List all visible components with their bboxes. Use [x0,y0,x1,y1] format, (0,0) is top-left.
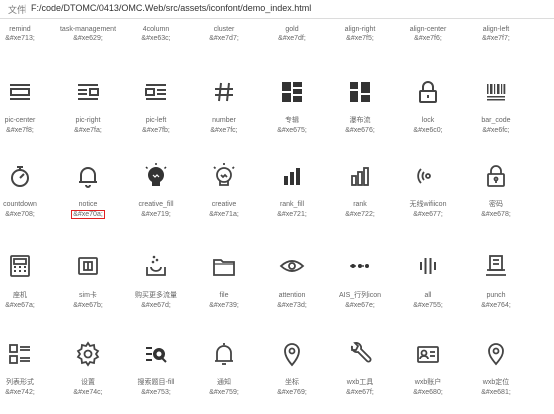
pic-center-icon [5,77,35,107]
wrench-icon [345,339,375,369]
location-icon [481,339,511,369]
account-card-icon [413,339,443,369]
icon-grid: remind &#xe713; task-management &#xe629; 4co… [0,19,554,414]
eye-icon [277,251,307,281]
icon-name: bar_code [481,117,511,124]
row-col-icon [345,251,375,281]
all-bars-icon [413,251,443,281]
icon-name: align-left [482,26,510,33]
waterfall-icon [345,77,375,107]
folder-icon [209,251,239,281]
notify-bell-icon [209,339,239,369]
icon-code: &#xe6fc; [482,127,510,134]
list-form-icon [5,339,35,369]
location-pin-icon [277,339,307,369]
icon-code: &#xe681; [481,389,511,396]
icon-name: punch [486,292,506,299]
bell-icon [73,161,103,191]
rank-icon [345,161,375,191]
landline-icon [5,251,35,281]
album-icon [277,77,307,107]
stopwatch-icon [5,161,35,191]
password-lock-icon [481,161,511,191]
bulb-icon [209,161,239,191]
search-list-icon [141,339,171,369]
pic-right-icon [73,77,103,107]
wifi-icon [413,161,443,191]
sim-card-icon [73,251,103,281]
gear-icon [73,339,103,369]
highlight-box [71,210,105,219]
address-path[interactable]: F:/code/DTOMC/0413/OMC.Web/src/assets/ic… [31,3,311,13]
bulb-fill-icon [141,161,171,191]
lock-icon [413,77,443,107]
address-bar[interactable]: 文件 | F:/code/DTOMC/0413/OMC.Web/src/asse… [0,0,554,19]
buy-traffic-icon [141,251,171,281]
hash-icon [209,77,239,107]
address-separator: | [24,3,27,13]
icon-code: &#xe764; [481,302,511,309]
pic-left-icon [141,77,171,107]
icon-code: &#xe7f7; [482,35,510,42]
rank-fill-icon [277,161,307,191]
icon-code: &#xe678; [481,211,511,218]
icon-name: wxb定位 [482,379,510,386]
barcode-icon [481,77,511,107]
punch-icon [481,251,511,281]
icon-name: 密码 [489,201,503,208]
